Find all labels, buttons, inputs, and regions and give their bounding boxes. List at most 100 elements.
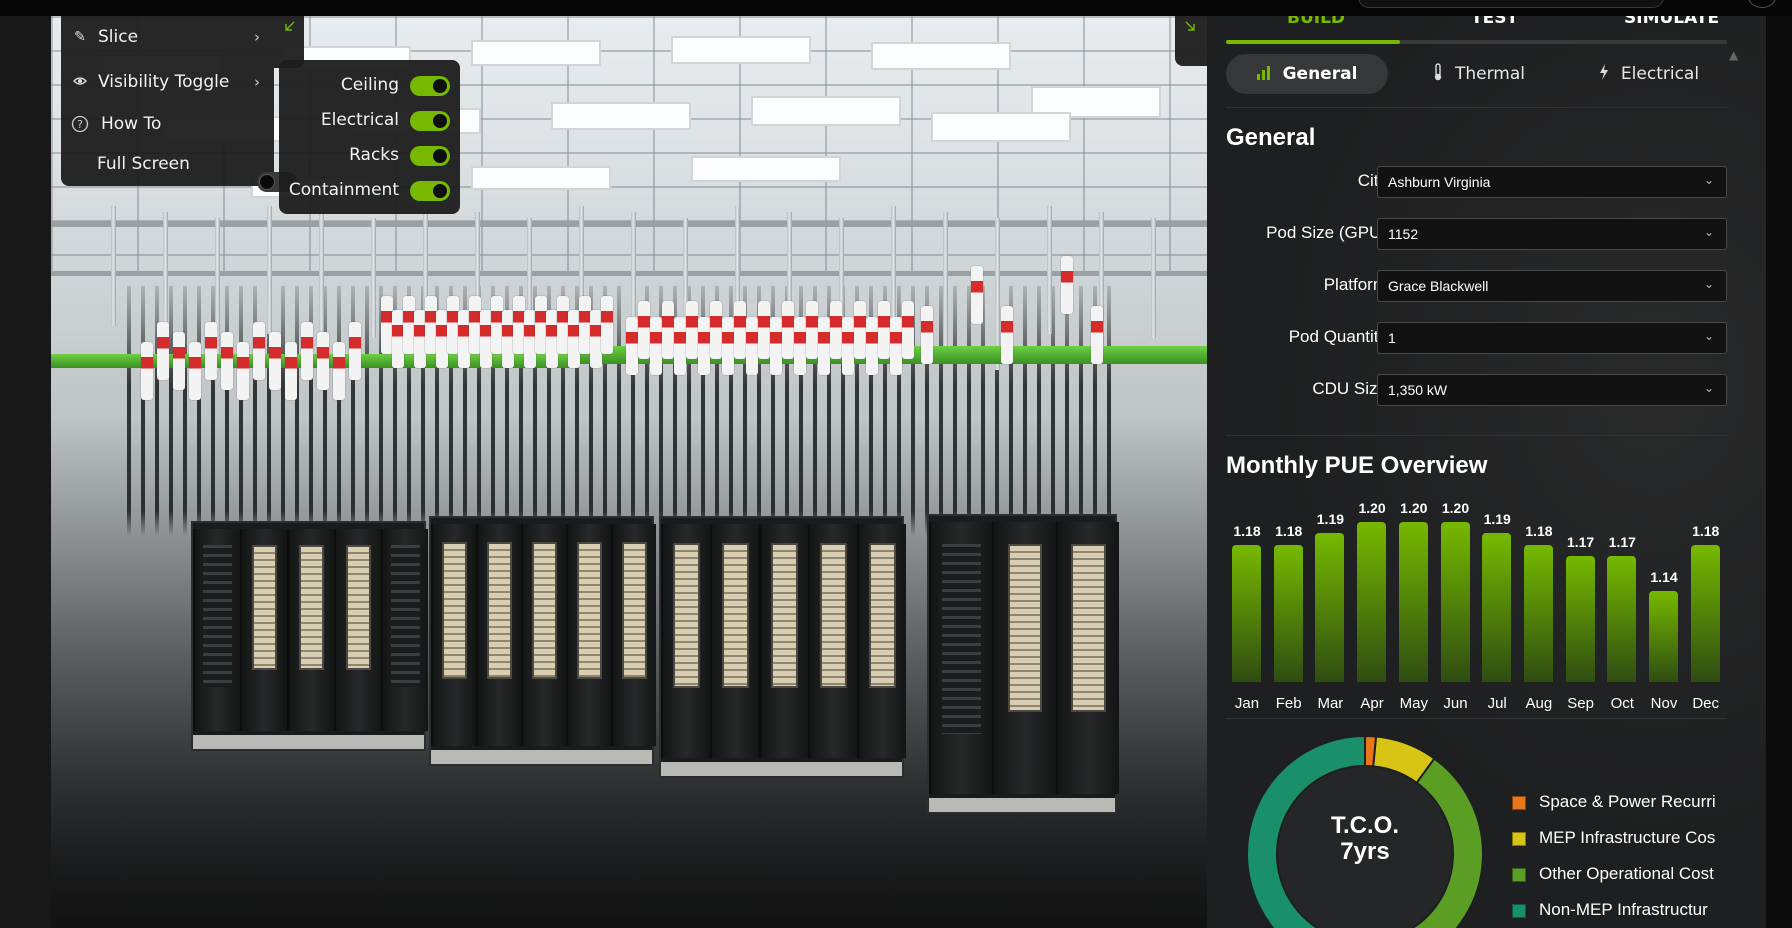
visibility-label: Electrical: [320, 110, 399, 130]
platform-select[interactable]: Grace Blackwell ⌄: [1377, 270, 1727, 302]
ceiling-light: [751, 96, 901, 126]
cable-connector: [626, 316, 638, 375]
menu-item-full-screen: Full Screen: [61, 147, 274, 181]
pue-bar[interactable]: [1649, 590, 1678, 682]
pencil-icon: ✎: [74, 29, 86, 45]
pue-bar[interactable]: [1273, 544, 1303, 682]
pue-bar[interactable]: [1523, 544, 1553, 682]
pue-bar[interactable]: [1607, 556, 1637, 682]
containment-toggle[interactable]: [410, 181, 450, 201]
cable-connector: [1091, 306, 1103, 364]
scroll-up-icon[interactable]: ▲: [1729, 48, 1738, 62]
legend-item[interactable]: Non-MEP Infrastructur: [1512, 899, 1727, 923]
pue-bar[interactable]: [1565, 556, 1595, 682]
collapse-right-button[interactable]: [1175, 16, 1207, 66]
cable-connector: [349, 322, 361, 381]
server-rack: [929, 522, 993, 794]
pue-bar-value: 1.20: [1400, 500, 1428, 516]
city-select[interactable]: Ashburn Virginia ⌄: [1377, 166, 1727, 198]
tco-center-line1: T.C.O.: [1330, 812, 1399, 839]
tco-center-line2: 7yrs: [1340, 838, 1390, 865]
pue-bar-value: 1.20: [1441, 500, 1470, 516]
cable-connector: [830, 300, 842, 359]
server-rack: [710, 524, 759, 758]
pue-bar-value: 1.18: [1692, 522, 1720, 539]
tco-donut-chart: T.C.O. 7yrs: [1245, 734, 1485, 928]
visibility-label: Ceiling: [340, 75, 399, 95]
legend-item[interactable]: Space & Power Recurri: [1512, 791, 1727, 815]
legend-label: Non-MEP Infrastructur: [1539, 900, 1708, 919]
viewer-menu: ✎ Slice › Visibility Toggle › ? How To F…: [61, 16, 297, 192]
bar-column: 1.18 Aug: [1518, 500, 1560, 712]
tab-build[interactable]: BUILD: [1287, 16, 1345, 28]
top-search-pill[interactable]: [1358, 0, 1664, 8]
pod-quantity-select[interactable]: 1 ⌄: [1377, 322, 1727, 354]
cable-connector: [601, 296, 613, 354]
menu-item-label: Slice: [98, 27, 139, 47]
electrical-toggle[interactable]: [410, 111, 450, 131]
rack-row: [191, 521, 428, 751]
pue-bar[interactable]: [1232, 544, 1261, 682]
racks-toggle[interactable]: [410, 146, 450, 166]
cdu-size-select[interactable]: 1,350 kW ⌄: [1377, 374, 1727, 406]
subtab-label: Thermal: [1454, 64, 1525, 84]
server-rack: [476, 524, 521, 746]
eye-icon: [71, 73, 89, 91]
server-rack: [661, 524, 710, 758]
legend-item[interactable]: Other Operational Cost: [1512, 863, 1727, 887]
pue-bar[interactable]: [1357, 522, 1387, 682]
chevron-down-icon: ⌄: [1703, 277, 1714, 291]
bar-column: 1.17 Sep: [1560, 500, 1602, 712]
chevron-right-icon: ›: [254, 28, 260, 46]
cable-connector: [806, 300, 818, 359]
ceiling-light: [691, 156, 841, 182]
pue-bar[interactable]: [1482, 533, 1512, 682]
legend-label: Space & Power Recurri: [1539, 792, 1716, 811]
pue-bar[interactable]: [1398, 522, 1428, 682]
ceiling-light: [871, 42, 1011, 70]
tab-test[interactable]: TEST: [1471, 16, 1518, 28]
cable-connector: [890, 316, 902, 375]
cable-connector: [650, 316, 662, 375]
server-rack: [193, 529, 240, 731]
subtab-electrical[interactable]: Electrical: [1564, 54, 1734, 94]
menu-item-slice[interactable]: ✎ Slice ›: [61, 20, 274, 54]
right-scroll-track[interactable]: [1766, 16, 1792, 928]
tab-simulate[interactable]: SIMULATE: [1624, 16, 1719, 28]
select-value: 1,350 kW: [1388, 382, 1448, 398]
ceiling-rafter: [51, 221, 1207, 227]
ceiling-light: [471, 166, 611, 190]
pue-bar[interactable]: [1440, 522, 1470, 682]
ceiling-toggle[interactable]: [410, 76, 450, 96]
cable-connector: [662, 300, 674, 359]
pue-bar[interactable]: [1690, 544, 1720, 682]
divider: [1226, 435, 1727, 436]
server-rack: [566, 524, 611, 746]
legend-label: Other Operational Cost: [1539, 864, 1714, 883]
subtab-label: Electrical: [1620, 64, 1700, 84]
legend-label: MEP Infrastructure Cos: [1539, 828, 1716, 847]
rack-base: [431, 750, 652, 764]
cable-connector: [722, 316, 734, 375]
server-rack: [1055, 522, 1119, 794]
cable-connector: [971, 266, 983, 324]
menu-item-visibility-toggle[interactable]: Visibility Toggle ›: [61, 65, 274, 99]
top-avatar-button[interactable]: [1748, 0, 1776, 8]
legend-item[interactable]: MEP Infrastructure Cos: [1512, 827, 1727, 851]
subtab-general[interactable]: General: [1226, 54, 1388, 94]
pue-bar[interactable]: [1315, 533, 1345, 682]
cable-connector: [758, 300, 770, 359]
chevron-right-icon: ›: [254, 73, 260, 91]
subtab-thermal[interactable]: Thermal: [1394, 54, 1564, 94]
menu-item-how-to[interactable]: ? How To: [61, 107, 274, 141]
pod-size-select[interactable]: 1152 ⌄: [1377, 218, 1727, 250]
pue-bar-value: 1.17: [1608, 534, 1636, 551]
cable-connector: [317, 332, 329, 391]
select-value: Grace Blackwell: [1388, 278, 1489, 294]
cable-connector: [818, 316, 830, 375]
cable-connector: [710, 300, 722, 359]
visibility-row-electrical: Electrical: [279, 103, 460, 137]
bar-column: 1.17 Oct: [1601, 500, 1643, 712]
field-label: CDU Size: [1312, 379, 1387, 398]
support-pole: [891, 206, 896, 326]
